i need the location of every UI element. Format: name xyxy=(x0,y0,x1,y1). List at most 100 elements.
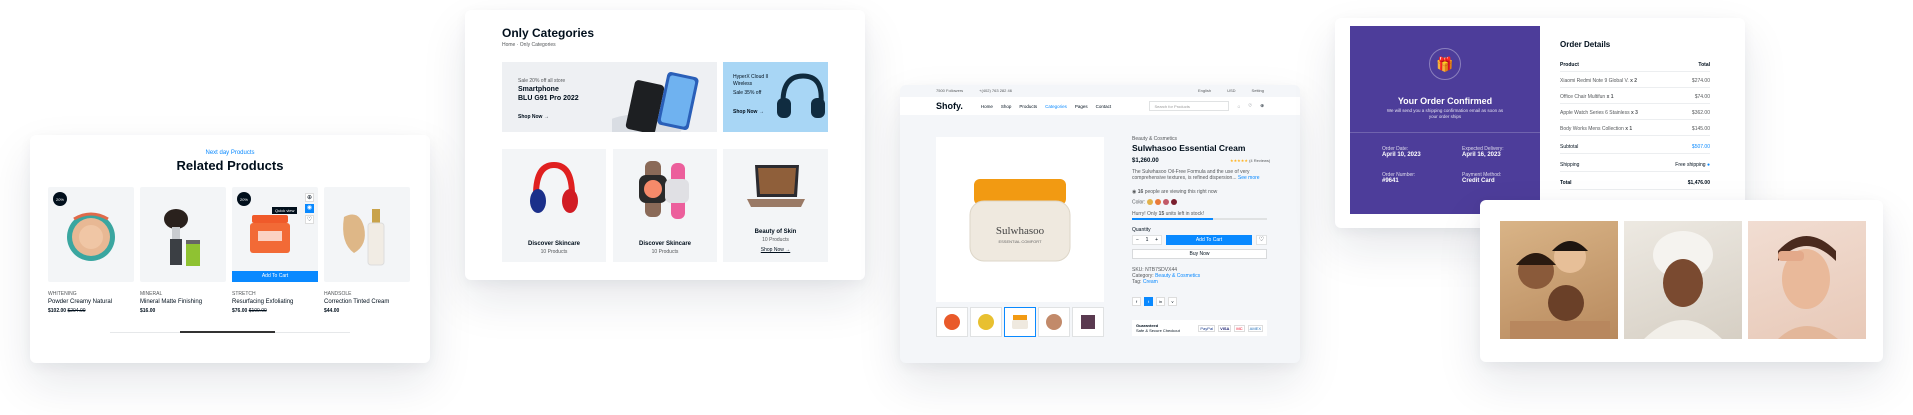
discount-badge: 20% xyxy=(53,192,67,206)
color-swatch[interactable] xyxy=(1146,199,1153,205)
thumbnail[interactable] xyxy=(970,307,1002,337)
language-select[interactable]: English xyxy=(1198,88,1211,93)
paypal-icon: PayPal xyxy=(1198,324,1216,332)
slider-thumb[interactable] xyxy=(180,331,275,333)
confirm-text: We will send you a shipping confirmation… xyxy=(1386,108,1504,119)
product-card-image[interactable]: 20% xyxy=(48,187,134,282)
product-meta: MINERAL Mineral Matte Finishing $16.00 xyxy=(140,291,230,314)
add-to-cart-button[interactable]: Add To Cart xyxy=(232,271,318,282)
nav-home[interactable]: Home xyxy=(981,104,993,109)
smartphone-banner[interactable]: Sale 20% off all store Smartphone BLU G9… xyxy=(502,62,717,132)
laptop-image xyxy=(747,165,805,207)
cream-jar-image xyxy=(969,179,1071,262)
category-tile[interactable]: Discover Skincare 10 Products xyxy=(502,149,606,262)
nav-categories[interactable]: Categories xyxy=(1045,104,1067,109)
shipping-value: Free shipping xyxy=(1675,161,1706,168)
product-name[interactable]: Correction Tinted Cream xyxy=(324,299,414,305)
user-icon[interactable]: ◌ xyxy=(1237,104,1240,109)
category-name: Beauty of Skin xyxy=(754,229,797,235)
banner-cta[interactable]: Shop Now → xyxy=(733,109,764,115)
phone-text[interactable]: +(402) 763 282 46 xyxy=(979,88,1012,93)
thumbnail[interactable] xyxy=(936,307,968,337)
product-meta: STRETCH Resurfacing Exfoliating $76.00 $… xyxy=(232,291,322,314)
product-category[interactable]: Beauty & Cosmetics xyxy=(1132,136,1177,142)
order-date: April 10, 2023 xyxy=(1382,152,1421,158)
wishlist-icon[interactable]: ♡ xyxy=(1248,103,1252,109)
category-link[interactable]: Beauty & Cosmetics xyxy=(1155,273,1200,279)
product-card-image[interactable]: 20% Quick view ⊕ ◉ ♡ Add To Cart xyxy=(232,187,318,282)
header: Shofy. Home Shop Products Categories Pag… xyxy=(900,97,1300,115)
thumbnail[interactable] xyxy=(1072,307,1104,337)
gallery-photo[interactable] xyxy=(1748,221,1866,339)
twitter-icon[interactable]: t xyxy=(1144,297,1153,306)
heart-icon[interactable]: ♡ xyxy=(305,215,314,224)
banner-cta[interactable]: Shop Now → xyxy=(518,114,549,120)
see-more-link[interactable]: See more xyxy=(1238,175,1260,181)
plus-icon[interactable]: + xyxy=(1155,237,1158,243)
quantity-value[interactable]: 1 xyxy=(1146,237,1149,243)
product-old-price: $204.00 xyxy=(67,308,86,314)
logo[interactable]: Shofy. xyxy=(936,101,963,111)
radio-icon[interactable]: ● xyxy=(1707,162,1710,168)
product-card-image[interactable] xyxy=(140,187,226,282)
color-swatch[interactable] xyxy=(1170,199,1177,205)
rating[interactable]: ★★★★★ (4 Reviews) xyxy=(1230,158,1270,163)
breadcrumb-home[interactable]: Home xyxy=(502,42,515,48)
currency-select[interactable]: USD xyxy=(1227,88,1235,93)
thumbnail-active[interactable] xyxy=(1004,307,1036,337)
headphones-banner[interactable]: HyperX Cloud II Wireless Sale 35% off Sh… xyxy=(723,62,828,132)
product-name[interactable]: Resurfacing Exfoliating xyxy=(232,299,322,305)
wishlist-icon[interactable]: ♡ xyxy=(1256,235,1267,245)
quantity-stepper[interactable]: − 1 + xyxy=(1132,235,1162,245)
nav-shop[interactable]: Shop xyxy=(1001,104,1012,109)
add-to-cart-button[interactable]: Add To Cart xyxy=(1166,235,1252,245)
product-meta-list: SKU: NTB7SDVX44 Category: Beauty & Cosme… xyxy=(1132,267,1200,285)
followers-text[interactable]: 7500 Followers xyxy=(936,88,963,93)
minus-icon[interactable]: − xyxy=(1136,237,1139,243)
col-total: Total xyxy=(1698,61,1710,68)
item-total: $274.00 xyxy=(1691,77,1710,84)
color-swatch[interactable] xyxy=(1162,199,1169,205)
facebook-icon[interactable]: f xyxy=(1132,297,1141,306)
item-qty: x 1 xyxy=(1606,93,1614,100)
cart-icon[interactable]: ⊕ xyxy=(1260,103,1264,109)
search-input[interactable]: Search for Products xyxy=(1149,101,1230,111)
gallery-photo[interactable] xyxy=(1624,221,1742,339)
color-swatches[interactable] xyxy=(1146,199,1179,205)
setting-select[interactable]: Setting xyxy=(1252,88,1264,93)
subtotal-row: Subtotal $507.00 xyxy=(1560,140,1710,154)
nav-contact[interactable]: Contact xyxy=(1096,104,1112,109)
headphones-image xyxy=(777,73,825,118)
product-card-image[interactable] xyxy=(324,187,410,282)
divider xyxy=(1350,132,1540,133)
eye-icon[interactable]: ◉ xyxy=(305,204,314,213)
red-headphones-image xyxy=(530,161,578,213)
category-tile[interactable]: Discover Skincare 10 Products xyxy=(613,149,717,262)
product-name[interactable]: Mineral Matte Finishing xyxy=(140,299,230,305)
shipping-label: Shipping xyxy=(1560,161,1580,168)
product-name[interactable]: Powder Creamy Natural xyxy=(48,299,138,305)
shop-now-link[interactable]: Shop Now → xyxy=(723,247,828,253)
category-count: 10 Products xyxy=(762,237,789,243)
category-tile[interactable]: Beauty of Skin 10 Products Shop Now → xyxy=(723,149,828,262)
category-count: 10 Products xyxy=(651,249,679,255)
item-name: Apple Watch Series 6 Stainless xyxy=(1560,109,1630,116)
tinted-cream-image xyxy=(343,209,385,266)
breadcrumb: Home · Only Categories xyxy=(502,42,556,48)
stock-progress xyxy=(1132,218,1267,220)
buy-now-button[interactable]: Buy Now xyxy=(1132,249,1267,259)
shipping-row: Shipping Free shipping ● xyxy=(1560,158,1710,172)
vimeo-icon[interactable]: v xyxy=(1168,297,1177,306)
nav-products[interactable]: Products xyxy=(1019,104,1037,109)
cart-icon[interactable]: ⊕ xyxy=(305,193,314,202)
order-card: 🎁 Your Order Confirmed We will send you … xyxy=(1335,18,1745,228)
viewers-text: people are viewing this right now xyxy=(1144,189,1218,195)
tag-link[interactable]: Cream xyxy=(1143,279,1158,285)
stock-info: Hurry! Only 15 units left in stock! xyxy=(1132,211,1204,217)
linkedin-icon[interactable]: in xyxy=(1156,297,1165,306)
nav-pages[interactable]: Pages xyxy=(1075,104,1088,109)
thumbnail[interactable] xyxy=(1038,307,1070,337)
total-row: Total $1,476.00 xyxy=(1560,176,1710,190)
gallery-photo[interactable] xyxy=(1500,221,1618,339)
color-swatch[interactable] xyxy=(1154,199,1161,205)
